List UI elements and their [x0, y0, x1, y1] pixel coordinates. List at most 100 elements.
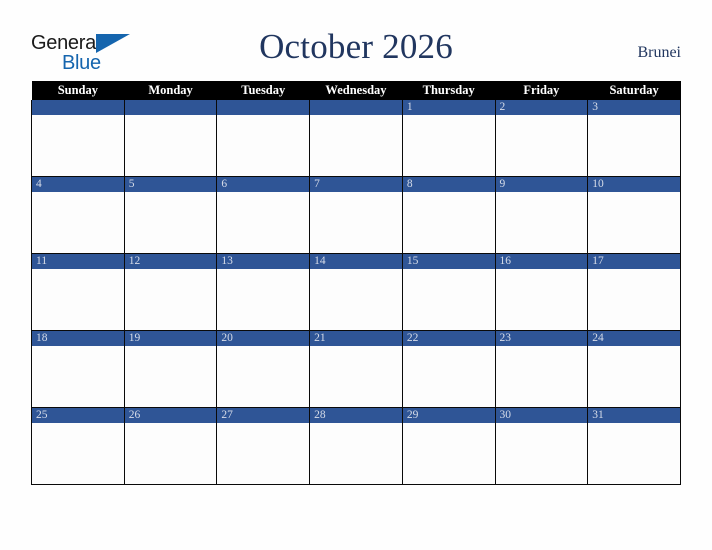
calendar-day-cell[interactable]: 12 [123, 253, 218, 331]
calendar-day-cell[interactable]: 18 [31, 330, 125, 408]
day-cell-inner: 3 [588, 100, 680, 176]
day-cell-inner: 18 [32, 331, 124, 407]
day-cell-inner: 22 [402, 331, 495, 407]
day-number: 15 [402, 254, 495, 269]
day-cell-inner: 16 [495, 254, 588, 330]
day-cell-notes-area[interactable] [402, 192, 495, 253]
calendar-day-cell[interactable]: 17 [587, 253, 681, 331]
calendar-day-cell[interactable] [31, 100, 125, 177]
day-cell-notes-area[interactable] [402, 269, 495, 330]
day-cell-notes-area[interactable] [310, 423, 402, 484]
day-number: 13 [217, 254, 310, 269]
calendar-day-cell[interactable]: 3 [587, 100, 681, 177]
calendar-day-cell[interactable]: 20 [216, 330, 311, 408]
day-cell-notes-area[interactable] [217, 192, 310, 253]
day-cell-notes-area[interactable] [217, 115, 310, 176]
day-cell-notes-area[interactable] [402, 423, 495, 484]
day-cell-notes-area[interactable] [588, 115, 680, 176]
day-number: 10 [588, 177, 680, 192]
day-cell-notes-area[interactable] [402, 115, 495, 176]
day-cell-notes-area[interactable] [32, 346, 124, 407]
day-number: 21 [310, 331, 402, 346]
day-cell-notes-area[interactable] [124, 115, 217, 176]
day-cell-notes-area[interactable] [217, 346, 310, 407]
calendar-day-cell[interactable]: 11 [31, 253, 125, 331]
calendar-day-cell[interactable]: 5 [123, 176, 218, 254]
day-cell-notes-area[interactable] [310, 192, 402, 253]
calendar-day-cell[interactable]: 21 [309, 330, 403, 408]
calendar-day-cell[interactable]: 30 [494, 407, 589, 485]
calendar-day-cell[interactable] [216, 100, 311, 177]
calendar-day-cell[interactable]: 24 [587, 330, 681, 408]
day-cell-notes-area[interactable] [32, 423, 124, 484]
calendar-day-cell[interactable]: 10 [587, 176, 681, 254]
day-cell-notes-area[interactable] [124, 192, 217, 253]
day-cell-inner: 25 [32, 408, 124, 484]
calendar-day-cell[interactable]: 8 [401, 176, 496, 254]
calendar-day-cell[interactable]: 7 [309, 176, 403, 254]
day-cell-notes-area[interactable] [124, 346, 217, 407]
day-number: 2 [495, 100, 588, 115]
calendar-day-cell[interactable]: 22 [401, 330, 496, 408]
day-cell-notes-area[interactable] [588, 423, 680, 484]
day-cell-notes-area[interactable] [32, 269, 124, 330]
calendar-day-cell[interactable]: 13 [216, 253, 311, 331]
day-number: 16 [495, 254, 588, 269]
calendar-day-cell[interactable]: 4 [31, 176, 125, 254]
calendar-day-cell[interactable]: 9 [494, 176, 589, 254]
calendar-day-cell[interactable]: 14 [309, 253, 403, 331]
day-cell-notes-area[interactable] [32, 115, 124, 176]
day-cell-notes-area[interactable] [32, 192, 124, 253]
day-cell-inner: 27 [217, 408, 310, 484]
weekday-header-friday: Friday [495, 81, 588, 100]
day-cell-notes-area[interactable] [495, 423, 588, 484]
calendar-day-cell[interactable]: 1 [401, 100, 496, 177]
calendar-grid: Sunday Monday Tuesday Wednesday Thursday… [31, 81, 681, 485]
day-number: 28 [310, 408, 402, 423]
calendar-day-cell[interactable] [123, 100, 218, 177]
calendar-day-cell[interactable]: 23 [494, 330, 589, 408]
day-cell-notes-area[interactable] [310, 346, 402, 407]
day-cell-notes-area[interactable] [310, 269, 402, 330]
calendar-week-row: 11 12 13 14 15 16 17 [31, 253, 681, 331]
day-number: 26 [124, 408, 217, 423]
calendar-page: General Blue October 2026 Brunei Sunday … [0, 0, 712, 550]
day-number: 3 [588, 100, 680, 115]
calendar-day-cell[interactable]: 25 [31, 407, 125, 485]
day-cell-inner: 21 [310, 331, 402, 407]
day-cell-notes-area[interactable] [495, 346, 588, 407]
day-cell-notes-area[interactable] [495, 192, 588, 253]
calendar-day-cell[interactable]: 27 [216, 407, 311, 485]
day-number: 14 [310, 254, 402, 269]
calendar-week-row: 25 26 27 28 29 30 31 [31, 407, 681, 485]
day-cell-notes-area[interactable] [402, 346, 495, 407]
weekday-header-row: Sunday Monday Tuesday Wednesday Thursday… [31, 81, 681, 100]
day-cell-notes-area[interactable] [588, 269, 680, 330]
day-cell-inner: 20 [217, 331, 310, 407]
calendar-day-cell[interactable]: 28 [309, 407, 403, 485]
calendar-day-cell[interactable] [309, 100, 403, 177]
calendar-day-cell[interactable]: 29 [401, 407, 496, 485]
day-cell-notes-area[interactable] [124, 423, 217, 484]
day-cell-inner: 24 [588, 331, 680, 407]
calendar-day-cell[interactable]: 26 [123, 407, 218, 485]
day-cell-notes-area[interactable] [588, 346, 680, 407]
calendar-day-cell[interactable]: 16 [494, 253, 589, 331]
day-cell-notes-area[interactable] [124, 269, 217, 330]
day-number-blank [32, 100, 124, 115]
calendar-day-cell[interactable]: 19 [123, 330, 218, 408]
day-cell-inner: 10 [588, 177, 680, 253]
calendar-day-cell[interactable]: 2 [494, 100, 589, 177]
calendar-day-cell[interactable]: 31 [587, 407, 681, 485]
day-cell-notes-area[interactable] [495, 115, 588, 176]
day-cell-notes-area[interactable] [217, 269, 310, 330]
day-number: 8 [402, 177, 495, 192]
calendar-day-cell[interactable]: 6 [216, 176, 311, 254]
calendar-day-cell[interactable]: 15 [401, 253, 496, 331]
day-number: 5 [124, 177, 217, 192]
day-cell-notes-area[interactable] [310, 115, 402, 176]
day-cell-notes-area[interactable] [588, 192, 680, 253]
day-cell-notes-area[interactable] [217, 423, 310, 484]
day-cell-notes-area[interactable] [495, 269, 588, 330]
day-cell-inner: 19 [124, 331, 217, 407]
